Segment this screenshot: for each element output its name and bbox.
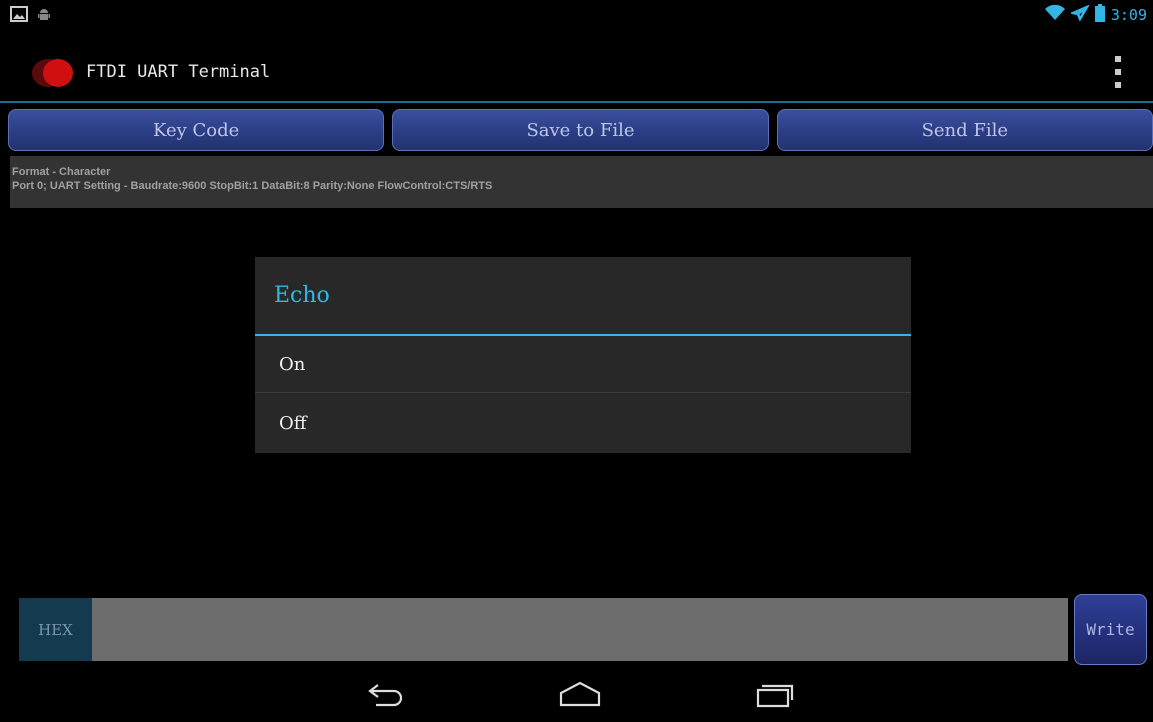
back-icon[interactable] — [356, 676, 416, 712]
dialog-title: Echo — [274, 283, 330, 308]
send-file-button[interactable]: Send File — [776, 109, 1153, 151]
overflow-menu-icon[interactable] — [1115, 56, 1123, 88]
recents-icon[interactable] — [745, 676, 805, 712]
navigation-bar — [0, 666, 1153, 722]
gallery-icon — [10, 6, 28, 26]
port-settings-info: Port 0; UART Setting - Baudrate:9600 Sto… — [12, 180, 493, 192]
app-icon[interactable] — [28, 58, 78, 88]
app-title: FTDI UART Terminal — [86, 62, 271, 82]
android-icon — [38, 7, 50, 26]
clock: 3:09 — [1110, 6, 1147, 24]
option-off[interactable]: Off — [255, 395, 911, 451]
hex-mode-label[interactable]: HEX — [19, 598, 92, 661]
key-code-button[interactable]: Key Code — [8, 109, 385, 151]
home-icon[interactable] — [550, 676, 610, 712]
option-on[interactable]: On — [255, 337, 911, 393]
settings-info-bar: Format - Character Port 0; UART Setting … — [10, 156, 1153, 208]
write-button[interactable]: Write — [1074, 594, 1147, 665]
echo-dialog: Echo On Off — [255, 257, 911, 453]
save-to-file-button[interactable]: Save to File — [392, 109, 769, 151]
battery-icon — [1094, 4, 1105, 26]
action-bar: FTDI UART Terminal — [0, 48, 1153, 100]
status-bar: 3:09 — [0, 0, 1153, 28]
toolbar: Key Code Save to File Send File — [8, 109, 1153, 153]
write-input[interactable] — [92, 598, 1068, 661]
dialog-title-divider — [255, 334, 911, 336]
format-info: Format - Character — [12, 166, 111, 178]
action-bar-divider — [0, 101, 1153, 103]
wifi-icon — [1044, 4, 1065, 25]
airplane-mode-icon — [1068, 4, 1090, 25]
